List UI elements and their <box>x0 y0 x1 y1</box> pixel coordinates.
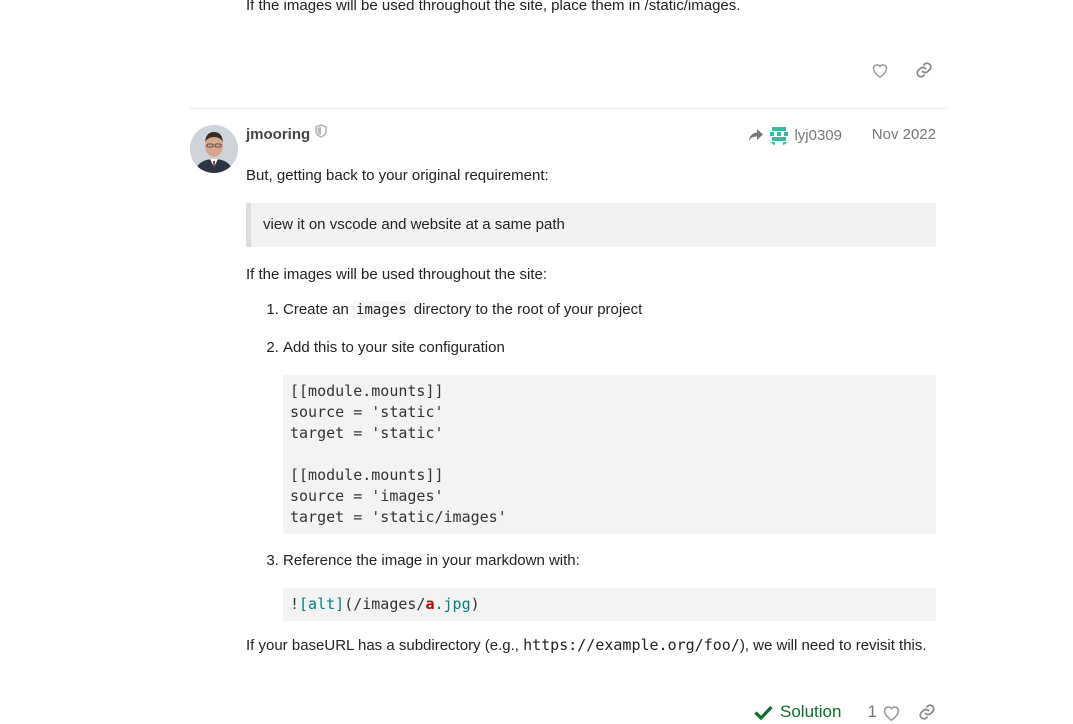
post-header: jmooring lyj0309 Nov 2022 <box>246 120 936 148</box>
inline-code: images <box>353 301 410 320</box>
heart-icon <box>872 64 888 78</box>
solution-label: Solution <box>780 702 842 721</box>
reply-arrow-icon <box>749 129 764 141</box>
step1-after: directory to the root of your project <box>409 301 643 319</box>
heart-icon <box>883 705 900 721</box>
step1-before: Create an <box>283 301 354 319</box>
list-item: Reference the image in your markdown wit… <box>283 550 936 621</box>
inline-code: https://example.org/foo/ <box>523 635 740 654</box>
copy-link-button[interactable] <box>917 700 937 724</box>
like-button[interactable] <box>870 58 890 82</box>
md-alt: [alt] <box>299 594 345 613</box>
md-dot: . <box>434 594 444 613</box>
post-outro: If your baseURL has a subdirectory (e.g.… <box>246 635 936 657</box>
markdown-code-block: ![alt](/images/a.jpg) <box>283 587 936 621</box>
post-intro: But, getting back to your original requi… <box>246 167 549 184</box>
copy-link-button[interactable] <box>914 58 934 82</box>
md-ext: jpg <box>443 594 471 613</box>
step3-text: Reference the image in your markdown wit… <box>283 551 580 569</box>
post-body: But, getting back to your original requi… <box>246 165 936 656</box>
solution-button[interactable]: Solution <box>754 702 841 722</box>
post-actions: Solution 1 <box>754 700 937 724</box>
reply-to-avatar <box>768 124 791 146</box>
like-count: 1 <box>867 702 877 721</box>
post-divider <box>190 108 947 109</box>
link-icon <box>919 704 935 720</box>
reply-to-username: lyj0309 <box>794 126 842 144</box>
config-code-block: [[module.mounts]] source = 'static' targ… <box>283 374 936 534</box>
post-date[interactable]: Nov 2022 <box>872 126 936 143</box>
check-icon <box>754 705 773 720</box>
md-a: a <box>425 594 435 613</box>
steps-list: Create an images directory to the root o… <box>246 299 936 621</box>
shield-icon <box>315 123 327 143</box>
step2-text: Add this to your site configuration <box>283 339 505 356</box>
previous-post-text: If the images will be used throughout th… <box>246 0 741 14</box>
outro-before: If your baseURL has a subdirectory (e.g.… <box>246 636 524 654</box>
avatar[interactable] <box>190 125 238 173</box>
quote-text: view it on vscode and website at a same … <box>263 215 565 233</box>
md-bang: ! <box>290 594 300 613</box>
like-button[interactable]: 1 <box>867 702 900 722</box>
md-close: ) <box>470 594 480 613</box>
list-item: Create an images directory to the root o… <box>283 299 936 321</box>
md-path-open: (/images/ <box>344 594 426 613</box>
link-icon <box>916 62 932 78</box>
previous-post-actions <box>870 58 934 82</box>
list-item: Add this to your site configuration [[mo… <box>283 337 936 534</box>
post-lead: If the images will be used throughout th… <box>246 265 548 283</box>
blockquote: view it on vscode and website at a same … <box>246 202 936 247</box>
post: jmooring lyj0309 Nov 2022 But, getting b… <box>246 120 936 656</box>
outro-after: ), we will need to revisit this. <box>739 636 927 654</box>
reply-to-indicator[interactable]: lyj0309 <box>748 124 842 146</box>
username[interactable]: jmooring <box>246 126 310 143</box>
